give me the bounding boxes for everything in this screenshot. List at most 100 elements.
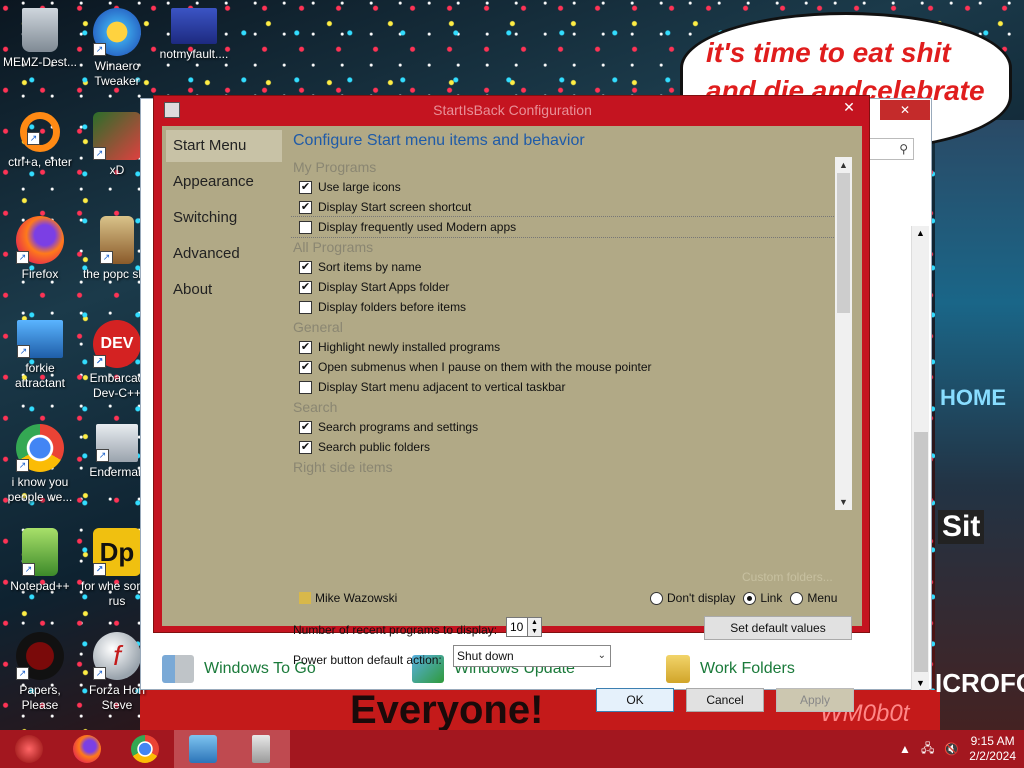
option-display-start-screen-shortcut[interactable]: ✔ Display Start screen shortcut [291,197,835,217]
desktop-icon-label: Embarcad Dev-C++ [89,371,145,400]
option-search-programs-settings[interactable]: ✔ Search programs and settings [291,417,835,437]
options-scrollbar[interactable]: ▲ ▼ [835,157,852,510]
nav-advanced[interactable]: Advanced [166,238,282,270]
desktop-icon-label: Papers, Please [19,683,61,712]
ok-button[interactable]: OK [596,688,674,712]
stepper-arrows-icon[interactable]: ▲ ▼ [528,617,542,637]
desktop-icon-notepadpp[interactable]: ↗ Notepad++ [0,528,80,594]
link-work-folders[interactable]: Work Folders [666,655,795,683]
link-label: Work Folders [700,660,795,677]
nav-switching[interactable]: Switching [166,202,282,234]
page-title: Configure Start menu items and behavior [293,132,585,149]
network-icon[interactable]: 🖧 [921,739,934,760]
desktop-icon-label: Forza Hori Steve [88,683,145,712]
nav-start-menu[interactable]: Start Menu [166,130,282,162]
option-display-start-apps-folder[interactable]: ✔ Display Start Apps folder [291,277,835,297]
checkbox[interactable]: ✔ [299,280,312,294]
radio-button[interactable] [743,591,757,605]
nav-appearance[interactable]: Appearance [166,166,282,198]
desktop-icon-label: i know you people we... [7,475,73,504]
radio-label: Link [760,591,783,605]
wallpaper-sign-home: HOME [940,385,1006,410]
tray-overflow-chevron-icon[interactable]: ▲ [899,742,911,756]
desktop-icon-label: Winaero Tweaker [94,59,140,88]
section-right-side-items: Right side items [293,459,393,475]
recent-programs-input[interactable] [506,617,528,637]
scrollbar-thumb[interactable] [914,432,928,672]
clock[interactable]: 9:15 AM 2/2/2024 [969,734,1016,764]
checkbox[interactable]: ✔ [299,360,312,374]
volume-muted-icon[interactable]: 🔇 [944,742,959,756]
option-display-frequent-modern-apps[interactable]: Display frequently used Modern apps [291,216,836,238]
desktop-icon-notmyfault[interactable]: notmyfault.... [154,8,234,62]
enderman-icon: ↗ [96,424,138,462]
desktop-icon-memz[interactable]: MEMZ-Dest... [0,8,80,70]
power-button-select[interactable]: Shut down ⌄ [453,645,611,667]
set-default-values-button[interactable]: Set default values [704,616,852,640]
scrollbar-thumb[interactable] [837,173,850,313]
checkbox[interactable]: ✔ [299,200,312,214]
desktop-icon-label: xD [109,163,125,177]
winaero-icon: ↗ [93,8,141,56]
checkbox[interactable] [299,300,312,314]
radio-button[interactable] [790,591,804,605]
option-display-folders-before-items[interactable]: Display folders before items [291,297,835,317]
start-button[interactable] [0,730,58,768]
desktop-icon-winaero[interactable]: ↗ Winaero Tweaker [77,8,157,89]
radio-link[interactable]: Link [743,591,782,605]
option-use-large-icons[interactable]: ✔ Use large icons [291,177,835,197]
scroll-down-arrow-icon[interactable]: ▼ [835,494,852,510]
background-window-close-button[interactable]: ✕ [880,100,930,120]
option-adjacent-vertical-taskbar[interactable]: Display Start menu adjacent to vertical … [291,377,835,397]
checkbox[interactable]: ✔ [299,440,312,454]
background-window-scrollbar[interactable]: ▲ ▼ [911,226,929,690]
desktop-icon-papers-please[interactable]: ↗ Papers, Please [0,632,80,713]
taskbar: ▲ 🖧 🔇 9:15 AM 2/2/2024 [0,730,1024,768]
option-label: Search public folders [318,440,431,454]
radio-dont-display[interactable]: Don't display [650,591,735,605]
windows-to-go-icon [162,655,194,683]
desktop-icon-ctrl-a[interactable]: ↗ ctrl+a, enter [0,112,80,170]
cancel-button[interactable]: Cancel [686,688,764,712]
startisback-icon [252,735,270,763]
option-search-public-folders[interactable]: ✔ Search public folders [291,437,835,457]
checkbox[interactable]: ✔ [299,260,312,274]
system-tray: ▲ 🖧 🔇 9:15 AM 2/2/2024 [899,730,1016,768]
radio-button[interactable] [650,591,663,605]
recent-programs-stepper[interactable]: ▲▼ [506,617,544,637]
dialog-close-button[interactable]: ✕ [832,97,866,117]
option-highlight-new-programs[interactable]: ✔ Highlight newly installed programs [291,337,835,357]
checkbox[interactable]: ✔ [299,340,312,354]
start-orb-icon [15,735,43,763]
scroll-up-arrow-icon[interactable]: ▲ [835,157,852,173]
wallpaper-right-panel [935,120,1024,730]
dp-icon: Dp ↗ [93,528,141,576]
option-open-submenus-on-hover[interactable]: ✔ Open submenus when I pause on them with… [291,357,835,377]
apply-button[interactable]: Apply [776,688,854,712]
radio-menu[interactable]: Menu [790,591,837,605]
custom-folders-link[interactable]: Custom folders... [742,570,833,584]
section-my-programs: My Programs [293,159,377,175]
option-label: Open submenus when I pause on them with … [318,360,652,374]
taskbar-startisback[interactable] [232,730,290,768]
power-button-value: Shut down [457,649,514,663]
desktop-icon-label: Firefox [21,267,59,281]
background-window-search-box[interactable]: ⚲ [868,138,914,160]
checkbox[interactable] [299,380,312,394]
nav-about[interactable]: About [166,274,282,306]
chrome-icon: ↗ [16,424,64,472]
desktop-icon-label: ctrl+a, enter [8,155,72,169]
chevron-down-icon: ⌄ [597,650,606,661]
taskbar-control-panel[interactable] [174,730,232,768]
section-search: Search [293,399,338,415]
desktop-icon-forkie[interactable]: ↗ forkie attractant [0,320,80,391]
checkbox[interactable] [299,220,312,234]
option-sort-items-by-name[interactable]: ✔ Sort items by name [291,257,835,277]
taskbar-chrome[interactable] [116,730,174,768]
checkbox[interactable]: ✔ [299,180,312,194]
desktop-icon-firefox[interactable]: ↗ Firefox [0,216,80,282]
checkbox[interactable]: ✔ [299,420,312,434]
taskbar-firefox[interactable] [58,730,116,768]
desktop-icon-chrome[interactable]: ↗ i know you people we... [0,424,80,505]
clock-date: 2/2/2024 [969,749,1016,763]
